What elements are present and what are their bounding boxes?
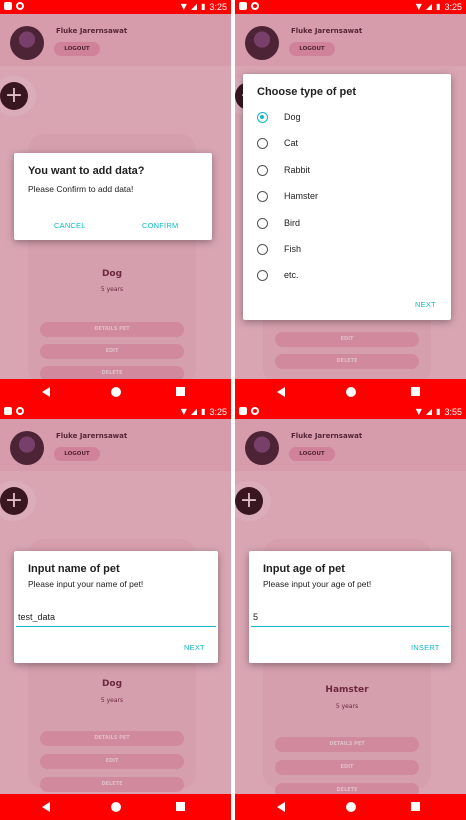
cancel-button[interactable]: CANCEL <box>54 221 86 230</box>
recent-apps-icon[interactable] <box>410 387 420 396</box>
status-time: 3:25 <box>209 2 227 12</box>
back-icon[interactable] <box>41 387 50 397</box>
status-bar: ▼ ◢ ▮ 3:25 <box>0 405 231 419</box>
circle-notification-icon <box>251 407 259 415</box>
signal-icon: ◢ <box>190 2 198 11</box>
home-icon[interactable] <box>110 387 121 397</box>
sim-icon <box>239 407 247 415</box>
phone-screen-confirm: ▼ ◢ ▮ 3:25 Fluke Jarernsawat LOGOUT + Dog 5… <box>0 0 231 405</box>
sim-icon <box>239 2 247 10</box>
confirm-button[interactable]: CONFIRM <box>142 221 178 230</box>
phone-screen-input-age: ▼ ◢ ▮ 3:55 Fluke Jarernsawat LOGOUT + Hamst… <box>235 405 466 820</box>
recent-apps-icon[interactable] <box>410 802 420 811</box>
radio-option-dog[interactable]: Dog <box>257 107 301 127</box>
status-time: 3:55 <box>444 407 462 417</box>
status-bar: ▼ ◢ ▮ 3:25 <box>0 0 231 14</box>
radio-option-rabbit[interactable]: Rabbit <box>257 160 310 180</box>
battery-icon: ▮ <box>201 407 206 416</box>
back-icon[interactable] <box>276 387 285 397</box>
dialog-title: Choose type of pet <box>257 86 357 98</box>
nav-bar <box>0 379 231 405</box>
radio-icon[interactable] <box>257 190 268 202</box>
input-age-dialog: Input age of pet Please input your age o… <box>249 551 451 663</box>
signal-icon: ◢ <box>425 2 433 11</box>
sim-icon <box>4 407 12 415</box>
circle-notification-icon <box>16 2 24 10</box>
nav-bar <box>235 379 466 405</box>
circle-notification-icon <box>251 2 259 10</box>
wifi-icon: ▼ <box>415 2 422 11</box>
wifi-icon: ▼ <box>180 407 187 416</box>
radio-icon[interactable] <box>257 137 268 149</box>
pet-age-input[interactable] <box>251 607 449 627</box>
phone-screen-choose-type: ▼◢▮3:25 Fluke Jarernsawat LOGOUT + EDIT … <box>235 0 466 405</box>
signal-icon: ◢ <box>190 407 198 416</box>
back-icon[interactable] <box>41 802 50 812</box>
recent-apps-icon[interactable] <box>175 387 185 396</box>
dialog-title: You want to add data? <box>28 165 145 177</box>
confirm-dialog: You want to add data? Please Confirm to … <box>14 153 212 240</box>
battery-icon: ▮ <box>201 2 206 11</box>
battery-icon: ▮ <box>436 2 441 11</box>
signal-icon: ◢ <box>425 407 433 416</box>
sim-icon <box>4 2 12 10</box>
wifi-icon: ▼ <box>415 407 422 416</box>
circle-notification-icon <box>16 407 24 415</box>
home-icon[interactable] <box>345 802 356 812</box>
home-icon[interactable] <box>345 387 356 397</box>
recent-apps-icon[interactable] <box>175 802 185 811</box>
wifi-icon: ▼ <box>180 2 187 11</box>
nav-bar <box>0 794 231 820</box>
status-bar: ▼ ◢ ▮ 3:55 <box>235 405 466 419</box>
radio-option-cat[interactable]: Cat <box>257 133 298 153</box>
choose-type-dialog: Choose type of pet Dog Cat Rabbit Hamste… <box>243 74 451 320</box>
dialog-message: Please input your age of pet! <box>263 579 372 589</box>
insert-button[interactable]: INSERT <box>411 643 440 652</box>
next-button[interactable]: NEXT <box>415 300 436 309</box>
dialog-title: Input name of pet <box>28 563 120 575</box>
dialog-message: Please input your name of pet! <box>28 579 144 589</box>
radio-option-fish[interactable]: Fish <box>257 239 301 259</box>
dialog-title: Input age of pet <box>263 563 345 575</box>
radio-option-etc[interactable]: etc. <box>257 265 299 285</box>
phone-screen-input-name: ▼ ◢ ▮ 3:25 Fluke Jarernsawat LOGOUT + Dog 5… <box>0 405 231 820</box>
radio-icon[interactable] <box>257 243 268 255</box>
pet-name-input[interactable] <box>16 607 216 627</box>
next-button[interactable]: NEXT <box>184 643 205 652</box>
status-time: 3:25 <box>444 2 462 12</box>
radio-option-hamster[interactable]: Hamster <box>257 186 318 206</box>
status-time: 3:25 <box>209 407 227 417</box>
radio-icon[interactable] <box>257 164 268 176</box>
radio-icon[interactable] <box>257 269 268 281</box>
home-icon[interactable] <box>110 802 121 812</box>
battery-icon: ▮ <box>436 407 441 416</box>
nav-bar <box>235 794 466 820</box>
dialog-message: Please Confirm to add data! <box>28 184 134 194</box>
input-name-dialog: Input name of pet Please input your name… <box>14 551 218 663</box>
status-bar: ▼ ◢ ▮ 3:25 <box>235 0 466 14</box>
radio-option-bird[interactable]: Bird <box>257 213 300 233</box>
radio-icon[interactable] <box>257 217 268 229</box>
back-icon[interactable] <box>276 802 285 812</box>
radio-checked-icon[interactable] <box>257 111 268 123</box>
